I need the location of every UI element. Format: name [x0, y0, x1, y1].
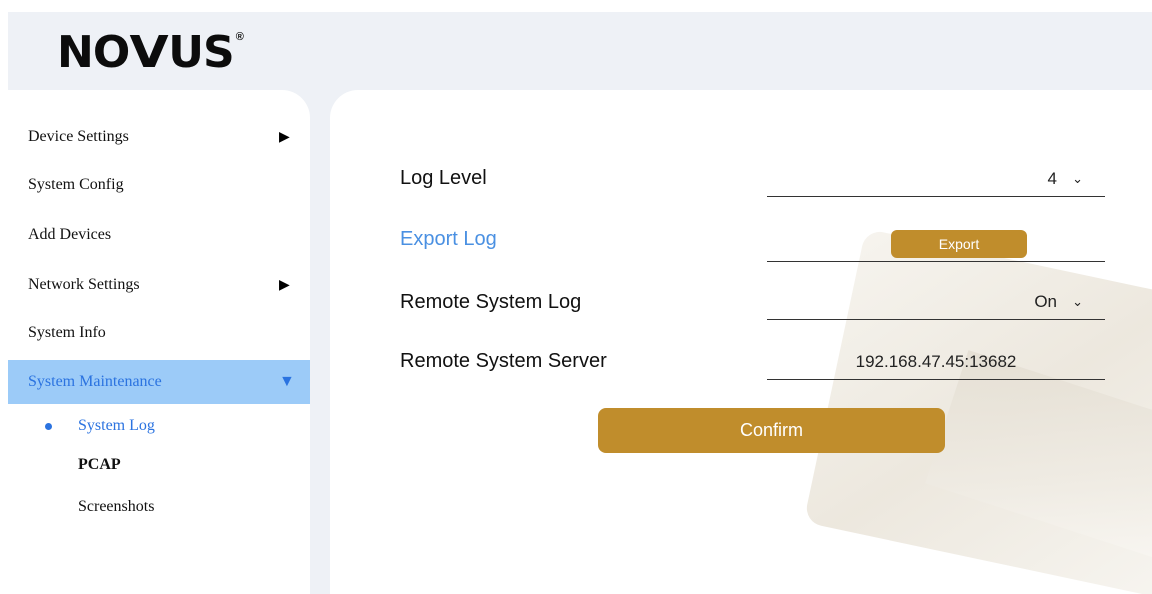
- sidebar-item-label: Device Settings: [28, 128, 129, 145]
- sidebar-item-system-maintenance[interactable]: System Maintenance ▼: [8, 360, 310, 404]
- sidebar-subitem-pcap[interactable]: PCAP: [8, 447, 310, 483]
- sidebar-item-add-devices[interactable]: Add Devices: [8, 213, 310, 257]
- export-log-link[interactable]: Export Log: [400, 228, 497, 251]
- remote-system-server-label: Remote System Server: [400, 350, 607, 372]
- logo-text: NOVUS: [57, 27, 235, 78]
- registered-mark: ®: [235, 31, 244, 43]
- chevron-down-icon: ⌄: [1072, 294, 1083, 309]
- export-button[interactable]: Export: [891, 230, 1027, 258]
- remote-system-server-input[interactable]: 192.168.47.45:13682: [767, 350, 1105, 380]
- sidebar-item-device-settings[interactable]: Device Settings ▶: [8, 115, 310, 159]
- log-level-value: 4: [1047, 169, 1057, 188]
- arrow-right-icon: ▶: [279, 129, 290, 145]
- export-log-field: Export: [767, 230, 1105, 262]
- sidebar-subitem-system-log[interactable]: System Log: [8, 408, 310, 444]
- sidebar: Device Settings ▶ System Config Add Devi…: [8, 90, 310, 594]
- arrow-right-icon: ▶: [279, 277, 290, 293]
- sidebar-item-label: Add Devices: [28, 226, 112, 243]
- chevron-down-icon: ⌄: [1072, 171, 1083, 186]
- sidebar-item-system-config[interactable]: System Config: [8, 163, 310, 207]
- sidebar-item-system-info[interactable]: System Info: [8, 311, 310, 355]
- remote-system-log-value: On: [1034, 292, 1057, 311]
- sidebar-subitem-label: System Log: [78, 417, 155, 434]
- remote-system-log-label: Remote System Log: [400, 291, 582, 313]
- sidebar-item-label: System Maintenance: [28, 373, 162, 390]
- novus-logo: NOVUS ®: [57, 23, 244, 83]
- sidebar-item-label: System Config: [28, 176, 124, 193]
- log-level-select[interactable]: 4 ⌄: [767, 167, 1105, 197]
- sidebar-item-label: System Info: [28, 324, 106, 341]
- sidebar-subitem-label: PCAP: [78, 456, 121, 473]
- remote-system-server-value: 192.168.47.45:13682: [855, 352, 1017, 371]
- arrow-down-icon: ▼: [279, 373, 295, 390]
- main-content: Log Level 4 ⌄ Export Log Export Remote S…: [330, 90, 1152, 594]
- sidebar-subitem-screenshots[interactable]: Screenshots: [8, 489, 310, 525]
- confirm-button[interactable]: Confirm: [598, 408, 945, 453]
- active-dot-icon: [45, 423, 52, 430]
- log-level-label: Log Level: [400, 167, 487, 189]
- sidebar-item-network-settings[interactable]: Network Settings ▶: [8, 263, 310, 307]
- remote-system-log-select[interactable]: On ⌄: [767, 290, 1105, 320]
- sidebar-item-label: Network Settings: [28, 276, 140, 293]
- sidebar-subitem-label: Screenshots: [78, 498, 155, 515]
